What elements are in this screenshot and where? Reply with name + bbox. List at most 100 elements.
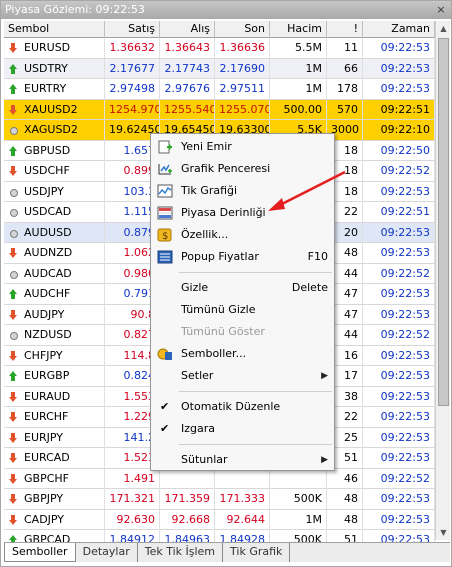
down-arrow-icon xyxy=(8,350,18,361)
column-time[interactable]: Zaman xyxy=(363,21,435,38)
tab-symbols[interactable]: Semboller xyxy=(4,543,76,562)
depth-of-market-icon xyxy=(157,206,173,220)
last-cell: 92.644 xyxy=(215,509,270,530)
menu-properties[interactable]: $ Özellik... xyxy=(151,224,334,246)
time-cell: 09:22:53 xyxy=(363,58,435,79)
column-last[interactable]: Son xyxy=(215,21,270,38)
time-cell: 09:22:53 xyxy=(363,243,435,263)
symbol-name: EURAUD xyxy=(24,389,71,403)
window-title: Piyasa Gözlemi: 09:22:53 xyxy=(5,3,145,16)
up-arrow-icon xyxy=(8,371,18,381)
bid-cell: 2.17677 xyxy=(105,58,160,79)
tab-one-click-trading[interactable]: Tek Tik İşlem xyxy=(138,543,224,562)
last-cell: 1.36636 xyxy=(215,38,270,58)
context-menu: Yeni Emir Grafik Penceresi Tik Grafiği P… xyxy=(150,133,335,471)
bid-cell: 1.36632 xyxy=(105,38,160,58)
time-cell: 09:22:53 xyxy=(363,79,435,99)
close-icon[interactable]: × xyxy=(435,4,447,16)
scroll-thumb[interactable] xyxy=(438,38,449,406)
volume-cell: 1M xyxy=(270,58,327,79)
down-arrow-icon xyxy=(8,494,18,504)
menu-auto-arrange[interactable]: ✔ Otomatik Düzenle xyxy=(151,396,334,418)
menu-symbols[interactable]: Semboller... xyxy=(151,343,334,365)
table-row[interactable]: EURTRY 2.97498 2.97676 2.97511 1M 178 09:22:53 xyxy=(4,79,435,100)
bid-cell: 1254.970 xyxy=(105,99,160,120)
menu-hide[interactable]: Gizle Delete xyxy=(151,277,334,299)
last-cell: 2.97511 xyxy=(215,79,270,99)
exec-cell: 11 xyxy=(327,38,363,58)
symbol-cell: XAGUSD2 xyxy=(4,120,105,140)
symbol-cell: USDTRY xyxy=(4,58,105,79)
menu-label: Tümünü Göster xyxy=(181,325,265,338)
time-cell: 09:22:53 xyxy=(363,366,435,386)
ask-cell: 92.668 xyxy=(160,509,215,530)
scroll-up-icon[interactable]: ▲ xyxy=(436,21,451,36)
time-cell: 09:22:53 xyxy=(363,304,435,325)
neutral-dot-icon xyxy=(8,207,18,217)
menu-shortcut: Delete xyxy=(291,281,328,294)
menu-tick-chart[interactable]: Tik Grafiği xyxy=(151,180,334,202)
exec-cell: 48 xyxy=(327,509,363,530)
symbol-cell: AUDUSD xyxy=(4,222,105,243)
last-cell: 1255.070 xyxy=(215,99,270,120)
submenu-arrow-icon: ▶ xyxy=(321,371,328,381)
ask-cell xyxy=(160,468,215,489)
symbol-name: USDTRY xyxy=(24,61,68,75)
scroll-down-icon[interactable]: ▼ xyxy=(436,525,451,540)
menu-depth-of-market[interactable]: Piyasa Derinliği xyxy=(151,202,334,224)
table-row[interactable]: XAUUSD2 1254.970 1255.540 1255.070 500.00 570… xyxy=(4,99,435,120)
symbol-name: USDJPY xyxy=(24,184,64,198)
exec-cell: 46 xyxy=(327,468,363,489)
menu-grid[interactable]: ✔ Izgara xyxy=(151,418,334,440)
vertical-scrollbar[interactable]: ▲ ▼ xyxy=(435,21,450,540)
menu-label: Yeni Emir xyxy=(181,140,232,153)
down-arrow-icon xyxy=(8,166,18,176)
time-cell: 09:22:53 xyxy=(363,489,435,509)
new-order-icon xyxy=(158,140,172,154)
menu-columns[interactable]: Sütunlar ▶ xyxy=(151,449,334,471)
table-row[interactable]: CADJPY 92.630 92.668 92.644 1M 48 09:22:53 xyxy=(4,509,435,530)
time-cell: 09:22:53 xyxy=(363,284,435,304)
time-cell: 09:22:53 xyxy=(363,427,435,448)
symbol-name: EURGBP xyxy=(24,369,70,382)
column-bid[interactable]: Satış xyxy=(105,21,160,38)
symbol-name: CADJPY xyxy=(24,512,65,526)
menu-new-order[interactable]: Yeni Emir xyxy=(151,136,334,158)
up-arrow-icon xyxy=(8,145,18,156)
volume-cell: 500K xyxy=(270,489,327,509)
table-row[interactable]: GBPCHF 1.491 46 09:22:52 xyxy=(4,468,435,489)
symbol-cell: NZDUSD xyxy=(4,325,105,345)
menu-label: Otomatik Düzenle xyxy=(181,400,281,413)
menu-separator xyxy=(179,444,332,445)
menu-label: Tik Grafiği xyxy=(181,184,238,197)
tab-details[interactable]: Detaylar xyxy=(76,543,138,562)
exec-cell: 66 xyxy=(327,58,363,79)
menu-sets[interactable]: Setler ▶ xyxy=(151,365,334,387)
down-arrow-icon xyxy=(8,473,18,484)
menu-chart-window[interactable]: Grafik Penceresi xyxy=(151,158,334,180)
column-ask[interactable]: Alış xyxy=(160,21,215,38)
menu-label: Piyasa Derinliği xyxy=(181,206,266,219)
title-bar: Piyasa Gözlemi: 09:22:53 × xyxy=(1,1,451,19)
symbol-cell: GBPJPY xyxy=(4,489,105,509)
menu-label: Popup Fiyatlar xyxy=(181,250,259,263)
menu-label: Sütunlar xyxy=(181,453,228,466)
symbol-cell: GBPUSD xyxy=(4,140,105,161)
menu-label: Gizle xyxy=(181,281,209,294)
menu-hide-all[interactable]: Tümünü Gizle xyxy=(151,299,334,321)
symbol-name: EURCHF xyxy=(24,410,69,423)
tab-tick-chart[interactable]: Tik Grafik xyxy=(223,543,291,562)
menu-label: Izgara xyxy=(181,422,216,435)
column-volume[interactable]: Hacim xyxy=(270,21,327,38)
table-row[interactable]: EURUSD 1.36632 1.36643 1.36636 5.5M 11 09:22:5… xyxy=(4,38,435,59)
column-exec[interactable]: ! xyxy=(327,21,363,38)
menu-popup-prices[interactable]: Popup Fiyatlar F10 xyxy=(151,246,334,268)
neutral-dot-icon xyxy=(8,125,18,135)
symbol-name: GBPCHF xyxy=(24,471,69,485)
table-row[interactable]: GBPJPY 171.321 171.359 171.333 500K 48 09:22:5… xyxy=(4,489,435,510)
table-row[interactable]: USDTRY 2.17677 2.17743 2.17690 1M 66 09:22:53 xyxy=(4,58,435,79)
column-symbol[interactable]: Sembol xyxy=(4,21,105,38)
menu-label: Semboller... xyxy=(181,347,247,360)
symbol-cell: AUDNZD xyxy=(4,243,105,263)
ask-cell: 171.359 xyxy=(160,489,215,509)
